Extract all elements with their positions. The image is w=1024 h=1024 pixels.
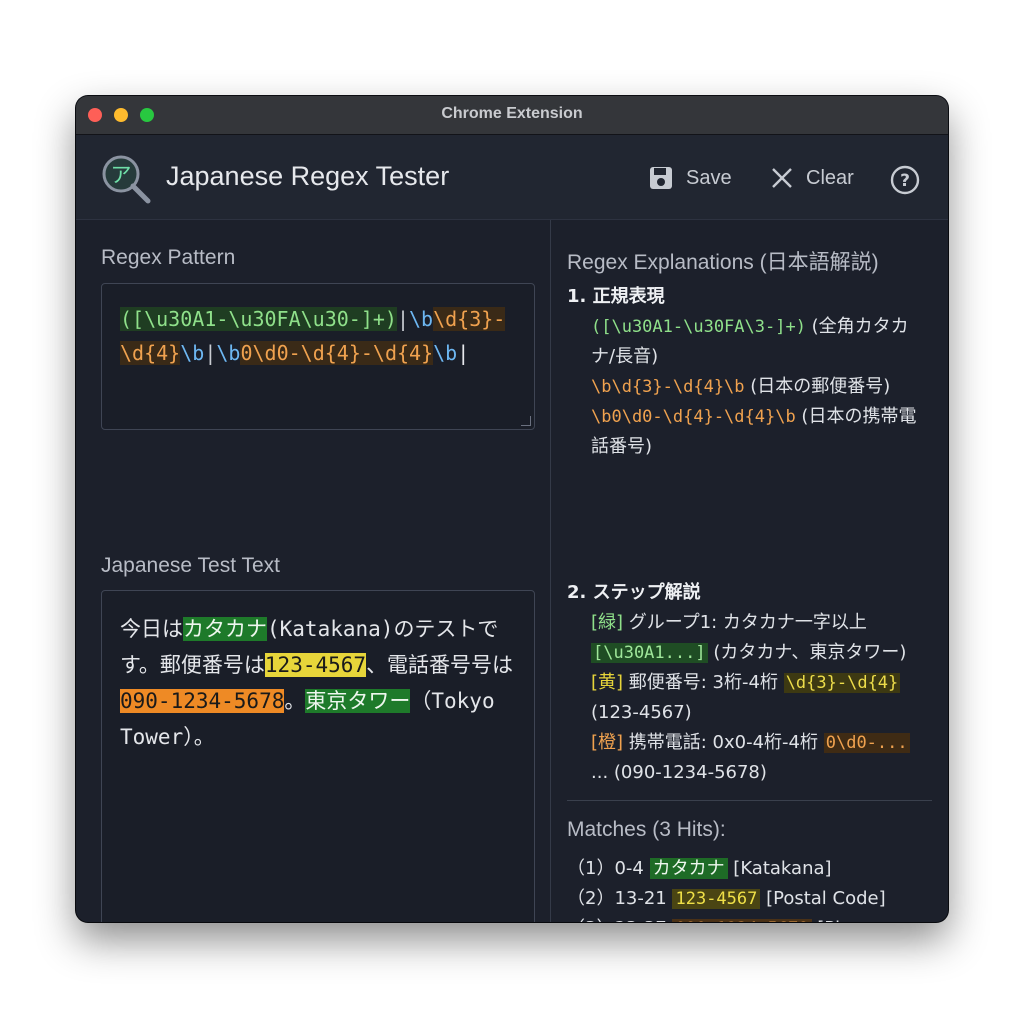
match-type: [Postal Code] [760, 888, 886, 909]
step-yellow-text: 郵便番号: 3桁-4桁 [623, 672, 784, 693]
step-orange: [橙] 携帯電話: 0x0-4桁-4桁 0\d0-... ... (090-12… [567, 728, 927, 788]
help-glyph: ? [900, 171, 910, 191]
regex-code: ([\u30A1-\u30FA\3-]+) [591, 317, 806, 337]
text-cursor: | [457, 341, 470, 365]
match-range: （3）23-37 [567, 918, 672, 922]
regex-section-heading: 1. 正規表現 [567, 286, 665, 307]
step-yellow-tail: (123-4567) [591, 702, 692, 723]
step-green-tag: [緑] [591, 612, 624, 633]
title-bar: Chrome Extension [76, 96, 948, 135]
left-panel: Regex Pattern ([\u30A1-\u30FA\u30-]+)|\b… [76, 220, 550, 922]
pattern-segment: \b [216, 341, 241, 365]
step-green-text: グループ1: カタカナ一字以上 [623, 612, 867, 633]
pattern-segment: \b [180, 341, 205, 365]
steps-section: 2. ステップ解説 [緑] グループ1: カタカナ一字以上 [\u30A1...… [567, 578, 927, 788]
match-row[interactable]: （2）13-21 123-4567 [Postal Code] [567, 884, 937, 914]
match-type: [Katakana] [727, 858, 832, 879]
matches-title: Matches (3 Hits): [567, 818, 726, 841]
logo-glyph: ア [111, 163, 132, 187]
app-header: ア Japanese Regex Tester Save Clear ? [76, 135, 948, 220]
regex-pattern-input[interactable]: ([\u30A1-\u30FA\u30-]+)|\b\d{3}-\d{4}\b|… [101, 283, 535, 430]
extension-window: Chrome Extension ア Japanese Regex Tester… [76, 96, 948, 922]
right-panel: Regex Explanations (日本語解説) 1. 正規表現 ([\u3… [551, 220, 948, 922]
clear-button[interactable]: Clear [770, 161, 854, 195]
regex-code: \b0\d0-\d{4}-\d{4}\b [591, 407, 796, 427]
save-icon [650, 167, 672, 189]
regex-pattern-label: Regex Pattern [101, 246, 236, 269]
test-segment: 、電話番号号は [366, 653, 514, 677]
help-icon: ? [890, 165, 920, 195]
test-segment: 今日は [120, 617, 183, 641]
regex-explanation-line: ([\u30A1-\u30FA\3-]+) (全角カタカナ/長音) [591, 312, 927, 372]
test-text-content[interactable]: 今日はカタカナ(Katakana)のテストです。郵便番号は123-4567、電話… [120, 611, 520, 755]
regex-code: \b\d{3}-\d{4}\b [591, 377, 745, 397]
step-yellow-tag: [黄] [591, 672, 624, 693]
help-button[interactable]: ? [890, 163, 932, 197]
match-range: （1）0-4 [567, 858, 650, 879]
test-text-input[interactable]: 今日はカタカナ(Katakana)のテストです。郵便番号は123-4567、電話… [101, 590, 535, 922]
app-title: Japanese Regex Tester [166, 161, 450, 191]
step-yellow-chip: \d{3}-\d{4} [783, 673, 901, 693]
save-button[interactable]: Save [648, 161, 732, 195]
pattern-segment: \b [433, 341, 458, 365]
regex-explanation-line: \b\d{3}-\d{4}\b (日本の郵便番号) [591, 372, 927, 402]
step-orange-chip: 0\d0-... [823, 733, 910, 753]
pattern-segment: | [204, 341, 217, 365]
test-segment: 。 [284, 689, 306, 713]
test-segment: (Katakana) [267, 617, 394, 641]
steps-section-heading: 2. ステップ解説 [567, 582, 701, 603]
step-green: [緑] グループ1: カタカナ一字以上 [\u30A1...] (カタカナ、東京… [567, 608, 927, 668]
step-yellow: [黄] 郵便番号: 3桁-4桁 \d{3}-\d{4} (123-4567) [567, 668, 927, 728]
save-label: Save [686, 166, 732, 189]
matches-list: （1）0-4 カタカナ [Katakana] （2）13-21 123-4567 … [567, 854, 937, 922]
step-green-tail: (カタカナ、東京タワー) [707, 642, 907, 663]
match-range: （2）13-21 [567, 888, 673, 909]
match-row[interactable]: （1）0-4 カタカナ [Katakana] [567, 854, 937, 884]
regex-explanation-line: \b0\d0-\d{4}-\d{4}\b (日本の携帯電話番号) [591, 402, 927, 462]
step-orange-tag: [橙] [591, 732, 624, 753]
test-text-label: Japanese Test Text [101, 554, 281, 577]
explanations-title: Regex Explanations (日本語解説) [567, 251, 879, 274]
test-segment: 090-1234-5678 [120, 689, 285, 713]
regex-section-lines: ([\u30A1-\u30FA\3-]+) (全角カタカナ/長音) \b\d{3}… [567, 312, 927, 462]
test-segment: カタカナ [183, 617, 267, 641]
resize-handle[interactable] [521, 416, 531, 426]
match-text: 090-1234-5678 [672, 919, 812, 922]
test-segment: 123-4567 [264, 653, 367, 677]
pattern-segment: \b [409, 307, 434, 331]
matches-divider [567, 800, 932, 801]
step-orange-tail: ... (090-1234-5678) [591, 762, 767, 783]
regex-section: 1. 正規表現 ([\u30A1-\u30FA\3-]+) (全角カタカナ/長音… [567, 282, 927, 462]
step-green-chip: [\u30A1...] [591, 643, 708, 663]
magnifier-logo-icon: ア [102, 155, 151, 204]
regex-pattern-text[interactable]: ([\u30A1-\u30FA\u30-]+)|\b\d{3}-\d{4}\b|… [120, 302, 520, 370]
test-segment: 東京タワー [305, 689, 411, 713]
regex-description: (日本の郵便番号) [744, 376, 891, 397]
pattern-segment: 0\d0-\d{4}-\d{4} [240, 341, 434, 365]
clear-label: Clear [806, 166, 854, 189]
pattern-segment: | [396, 307, 409, 331]
match-row[interactable]: （3）23-37 090-1234-5678 [Phone Number] [567, 914, 937, 922]
close-icon [772, 168, 792, 188]
match-text: カタカナ [649, 858, 728, 879]
step-orange-text: 携帯電話: 0x0-4桁-4桁 [623, 732, 824, 753]
pattern-segment: ([\u30A1-\u30FA\u30-]+) [120, 307, 397, 331]
window-title: Chrome Extension [441, 105, 583, 122]
match-text: 123-4567 [672, 889, 761, 909]
